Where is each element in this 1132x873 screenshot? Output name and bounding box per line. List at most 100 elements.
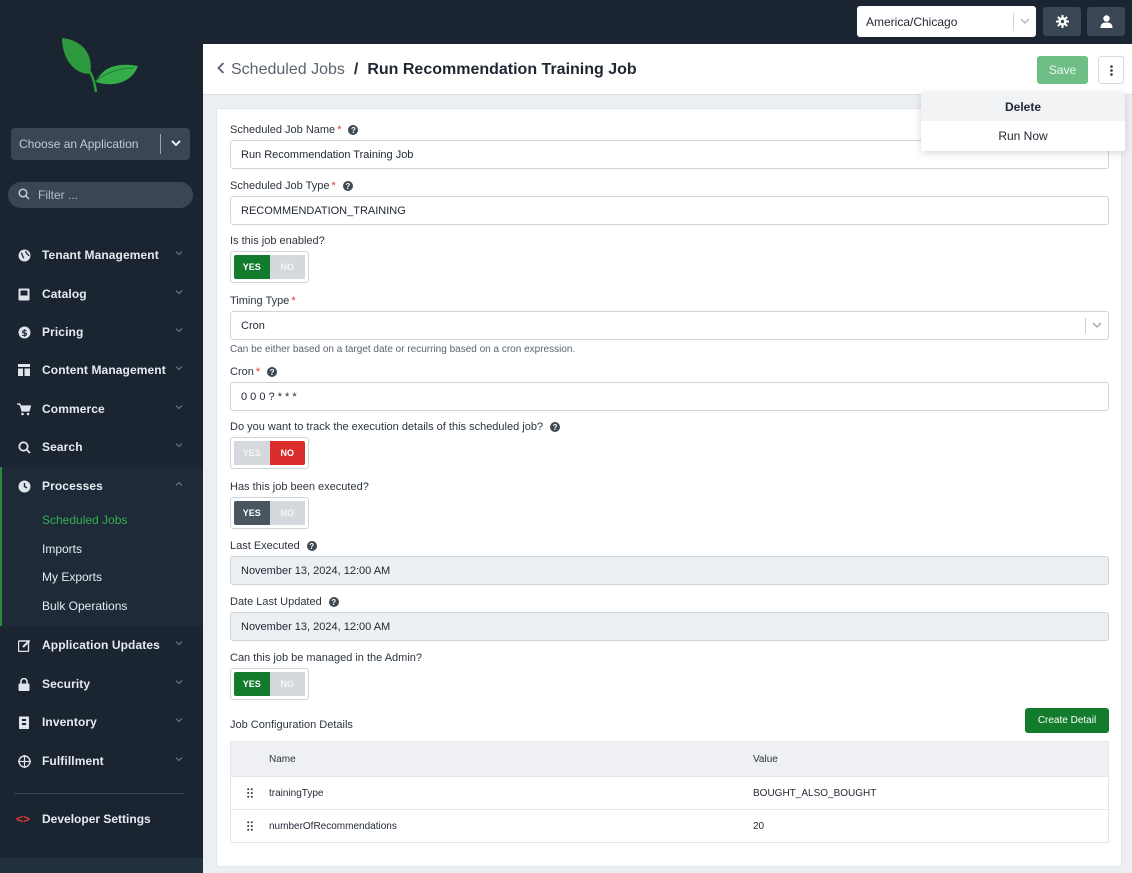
nav-item-pricing[interactable]: $ Pricing [0,313,203,351]
breadcrumb-parent-link[interactable]: Scheduled Jobs [231,61,345,79]
toggle-no[interactable]: NO [269,255,305,279]
nav-item-content-management[interactable]: Content Management [0,351,203,389]
nav-item-tenant-management[interactable]: Tenant Management [0,236,203,274]
section-title: Job Configuration Details [230,719,353,731]
nav-label: Processes [42,479,103,493]
more-actions-button[interactable] [1098,56,1124,84]
nav-item-inventory[interactable]: Inventory [0,703,203,741]
scheduled-job-form: Scheduled Job Name *? Run Recommendation … [216,108,1122,867]
nav-label: Fulfillment [42,754,104,768]
crosshair-icon [17,754,31,768]
label-text: Has this job been executed? [230,481,369,493]
field-label: Cron *? [230,366,278,378]
toggle-no: NO [269,501,305,525]
sub-item-scheduled-jobs[interactable]: Scheduled Jobs [42,513,127,527]
toggle-no[interactable]: NO [269,441,305,465]
nav-item-security[interactable]: Security [0,665,203,703]
column-header-value[interactable]: Value [753,754,1108,765]
settings-button[interactable] [1043,7,1081,36]
field-label: Do you want to track the execution detai… [230,421,561,433]
help-icon[interactable]: ? [328,597,339,607]
sub-item-bulk-operations[interactable]: Bulk Operations [42,599,127,613]
label-text: Is this job enabled? [230,235,325,247]
nav-item-application-updates[interactable]: Application Updates [0,626,203,664]
page-title: Run Recommendation Training Job [367,61,637,78]
divider [14,793,184,794]
nav-label: Application Updates [42,638,160,652]
toggle-yes[interactable]: YES [234,255,270,279]
save-button[interactable]: Save [1037,56,1088,84]
nav-item-search[interactable]: Search [0,428,203,466]
nav-label: Search [42,440,83,454]
nav-item-commerce[interactable]: Commerce [0,390,203,428]
toggle-yes[interactable]: YES [234,672,270,696]
field-label: Date Last Updated? [230,596,339,608]
chevron-down-icon[interactable] [1014,15,1036,29]
nav-label: Content Management [42,363,166,377]
table-row[interactable]: trainingType BOUGHT_ALSO_BOUGHT [231,776,1108,809]
help-icon[interactable]: ? [267,367,278,377]
nav-item-developer-settings[interactable]: <> Developer Settings [0,807,203,831]
input-value: November 13, 2024, 12:00 AM [241,620,391,633]
chevron-up-icon [175,481,183,486]
cron-input[interactable]: 0 0 0 ? * * * [230,382,1109,411]
create-detail-button[interactable]: Create Detail [1025,708,1109,733]
chevron-down-icon[interactable] [1092,320,1102,330]
nav-item-processes[interactable]: Processes [0,467,203,505]
toggle-yes[interactable]: YES [234,441,270,465]
drag-handle-icon[interactable] [231,788,269,798]
input-value: Run Recommendation Training Job [241,148,414,161]
search-icon [18,187,30,203]
timing-hint: Can be either based on a target date or … [230,344,576,355]
chevron-down-icon[interactable] [161,137,190,151]
help-icon[interactable]: ? [306,541,317,551]
executed-toggle: YES NO [230,497,309,529]
table-row[interactable]: numberOfRecommendations 20 [231,809,1108,842]
menu-item-delete[interactable]: Delete [921,92,1125,121]
config-table: Name Value trainingType BOUGHT_ALSO_BOUG… [230,741,1109,843]
timing-type-select[interactable]: Cron [230,311,1109,340]
enabled-toggle[interactable]: YES NO [230,251,309,283]
nav-label: Tenant Management [42,248,159,262]
toggle-no[interactable]: NO [269,672,305,696]
field-label: Is this job enabled? [230,235,325,247]
help-icon[interactable]: ? [342,181,353,191]
nav-label: Catalog [42,287,87,301]
search-icon [17,440,31,454]
chevron-down-icon [175,290,183,295]
filter-input[interactable]: Filter ... [8,182,193,208]
track-execution-toggle[interactable]: YES NO [230,437,309,469]
sub-item-imports[interactable]: Imports [42,542,82,556]
gear-icon [1055,15,1069,28]
help-icon[interactable]: ? [348,125,359,135]
admin-managed-toggle[interactable]: YES NO [230,668,309,700]
application-select[interactable]: Choose an Application [11,128,190,160]
timezone-select[interactable]: America/Chicago [857,6,1036,37]
book-icon [17,287,31,301]
user-icon [1100,15,1112,28]
help-icon[interactable]: ? [550,422,561,432]
field-label: Scheduled Job Name *? [230,124,359,136]
vertical-ellipsis-icon [1109,64,1113,76]
chevron-down-icon [175,641,183,646]
nav-item-fulfillment[interactable]: Fulfillment [0,742,203,780]
menu-item-run-now[interactable]: Run Now [921,121,1125,150]
label-text: Date Last Updated [230,596,322,608]
job-type-input[interactable]: RECOMMENDATION_TRAINING [230,196,1109,225]
chevron-left-icon[interactable] [217,61,225,79]
globe-icon [17,248,31,262]
drag-handle-icon[interactable] [231,821,269,831]
application-select-placeholder: Choose an Application [19,137,139,151]
breadcrumb-separator: / [353,61,359,78]
date-last-updated-field: November 13, 2024, 12:00 AM [230,612,1109,641]
sidebar-footer [0,858,203,873]
sub-item-my-exports[interactable]: My Exports [42,570,102,584]
user-button[interactable] [1087,7,1125,36]
cell-name: numberOfRecommendations [269,820,397,832]
sidebar: Choose an Application Filter ... Tenant … [0,0,203,873]
chevron-down-icon [175,680,183,685]
column-header-name[interactable]: Name [269,754,753,765]
select-value: Cron [241,319,265,332]
nav-item-catalog[interactable]: Catalog [0,275,203,313]
clock-icon [17,479,31,493]
